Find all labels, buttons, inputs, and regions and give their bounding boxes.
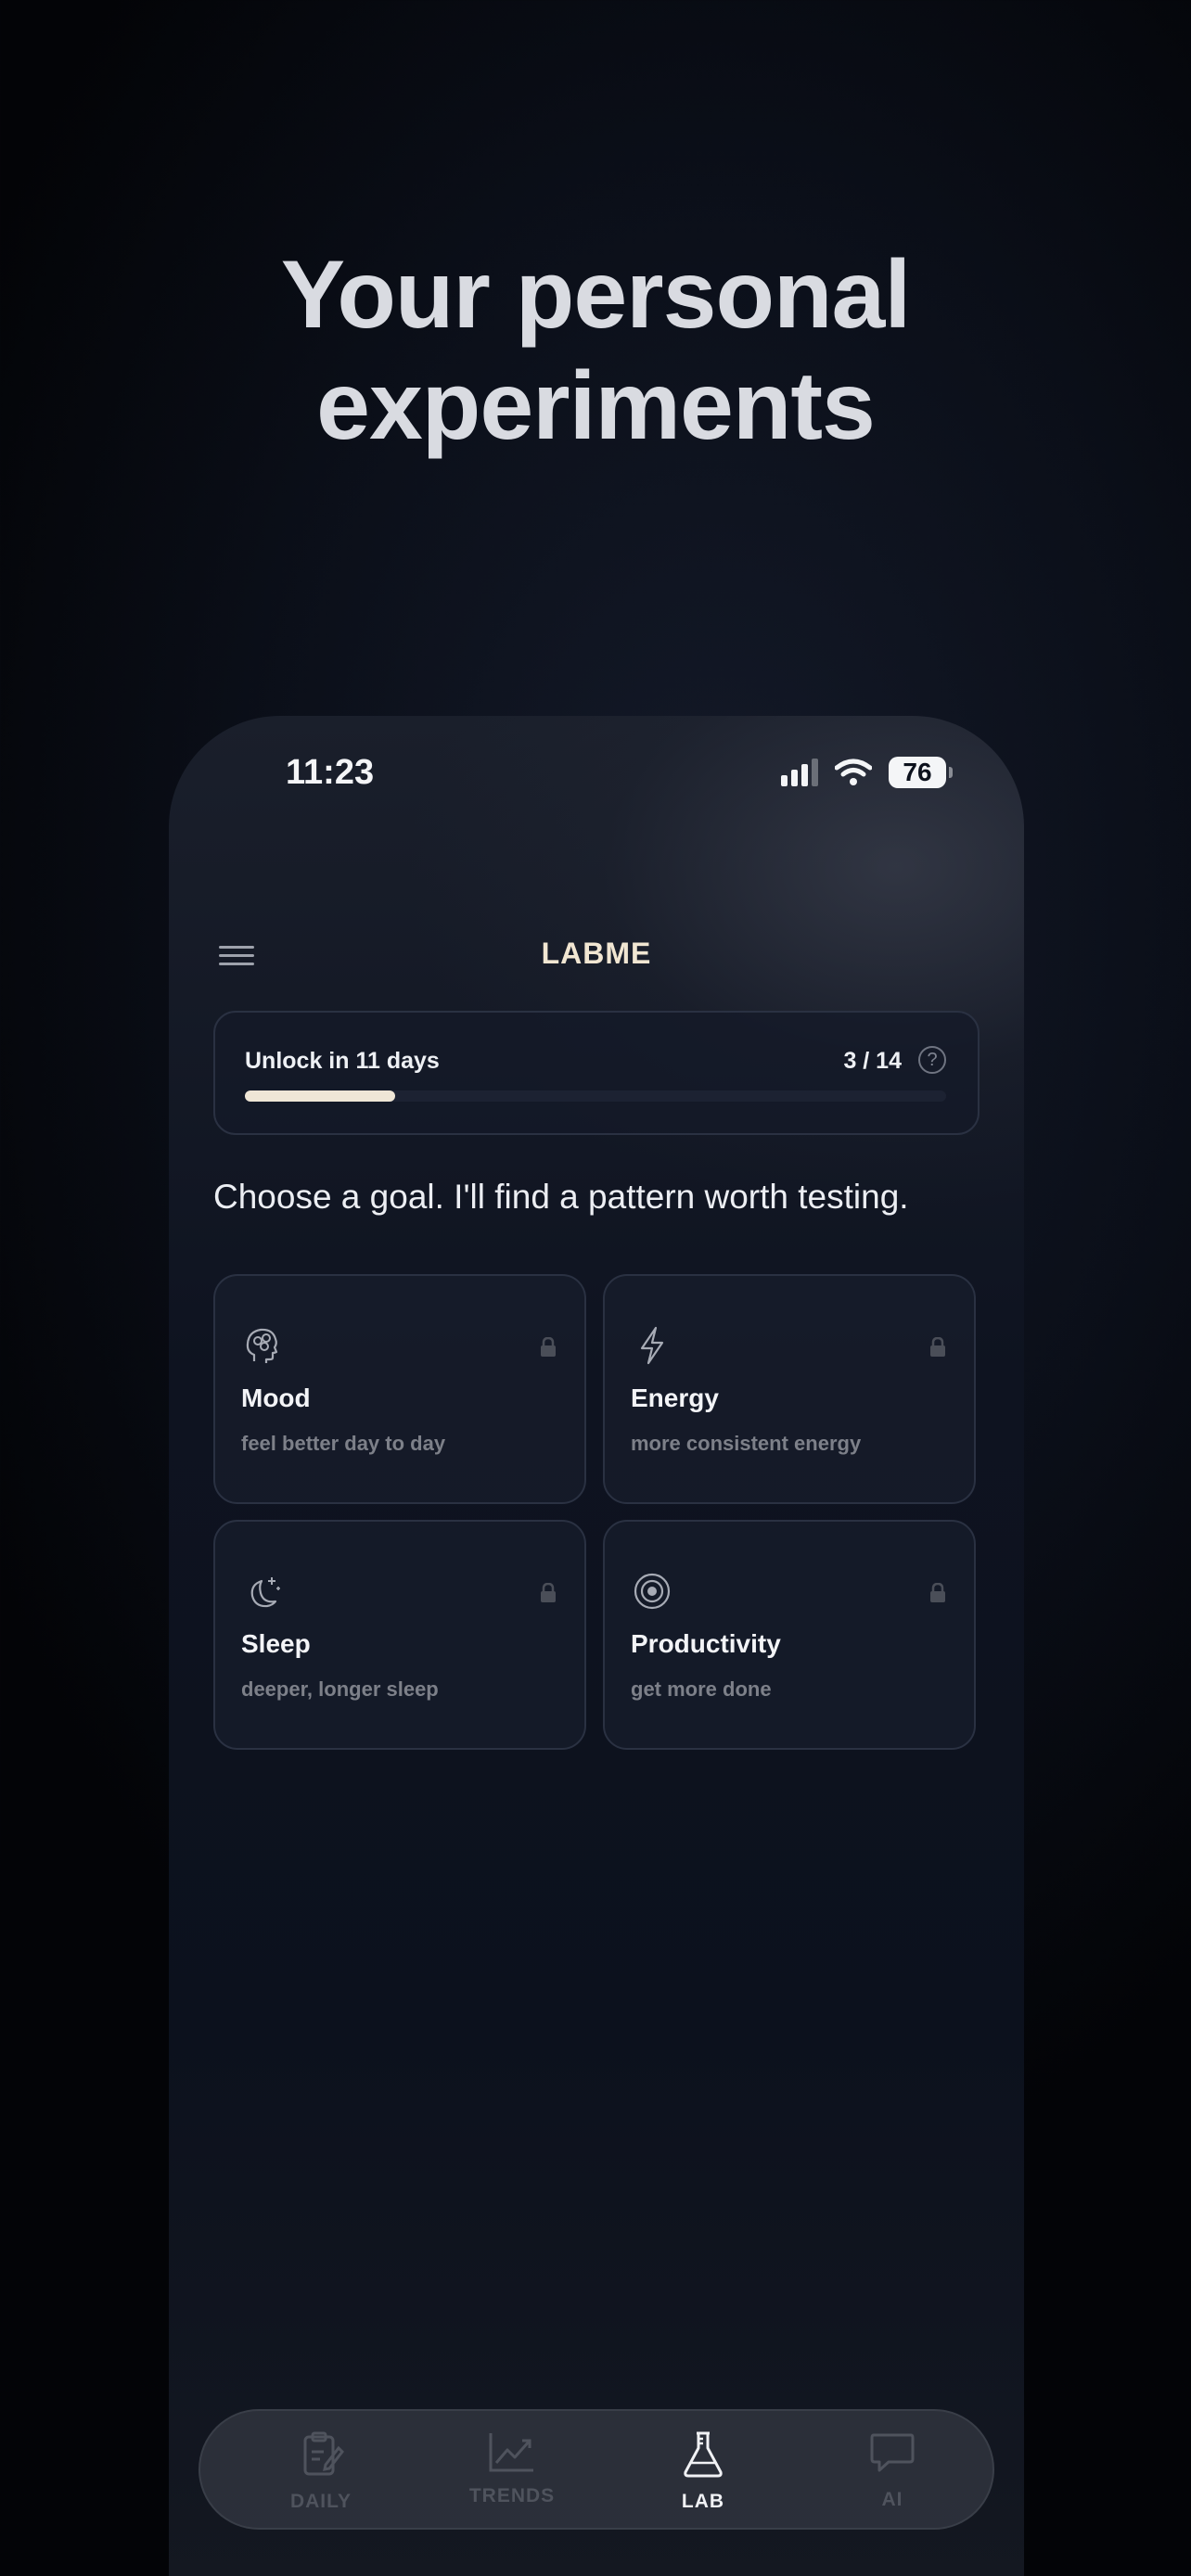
tab-label: TRENDS [468,2485,556,2506]
goal-card-mood[interactable]: Mood feel better day to day [213,1274,586,1504]
goal-name: Mood [241,1384,311,1412]
cellular-signal-icon [781,759,818,786]
unlock-count: 3 / 14 [843,1048,902,1074]
tab-ai[interactable]: AI [827,2429,957,2511]
tab-lab[interactable]: LAB [638,2429,768,2513]
app-title: LABME [541,937,652,970]
tab-label: DAILY [289,2491,352,2512]
phone-mockup: 11:23 76 LABME Unlock in 11 days 3 / 14 … [169,716,1024,2576]
status-time: 11:23 [286,753,375,792]
unlock-progress-fill [245,1090,395,1102]
help-icon[interactable]: ? [918,1046,946,1074]
unlock-label: Unlock in 11 days [245,1048,440,1074]
goal-description: feel better day to day [241,1432,446,1455]
tab-trends[interactable]: TRENDS [447,2429,577,2507]
goal-name: Productivity [631,1629,781,1658]
tab-label: LAB [681,2491,725,2512]
brain-icon [246,1328,278,1363]
lock-icon [930,1583,945,1602]
lock-icon [930,1337,945,1357]
clipboard-edit-icon [303,2431,344,2476]
moon-stars-icon [250,1577,280,1608]
unlock-progress-card: Unlock in 11 days 3 / 14 ? [213,1011,980,1135]
goal-prompt: Choose a goal. I'll find a pattern worth… [213,1178,909,1216]
lightning-icon [640,1326,664,1365]
chat-bubble-icon [870,2433,915,2472]
goal-card-sleep[interactable]: Sleep deeper, longer sleep [213,1520,586,1750]
target-icon [634,1573,671,1610]
tab-label: AI [881,2489,903,2510]
headline-line-1: Your personal [280,241,912,349]
goal-description: deeper, longer sleep [241,1677,439,1701]
headline-line-2: experiments [316,352,876,460]
flask-icon [684,2431,723,2478]
goal-card-productivity[interactable]: Productivity get more done [603,1520,976,1750]
goal-name: Sleep [241,1629,311,1658]
goal-description: get more done [631,1677,772,1701]
lock-icon [541,1583,556,1602]
goal-card-energy[interactable]: Energy more consistent energy [603,1274,976,1504]
wifi-icon [835,759,872,785]
tab-daily[interactable]: DAILY [256,2429,386,2513]
goal-name: Energy [631,1384,719,1412]
goal-description: more consistent energy [631,1432,862,1455]
battery-indicator: 76 [889,757,953,788]
unlock-progress-bar [245,1090,946,1102]
lock-icon [541,1337,556,1357]
chart-line-icon [489,2433,533,2472]
status-icons: 76 [781,757,953,788]
tab-bar: DAILY TRENDS LAB AI [198,2409,994,2530]
headline: Your personal experiments [0,239,1191,462]
